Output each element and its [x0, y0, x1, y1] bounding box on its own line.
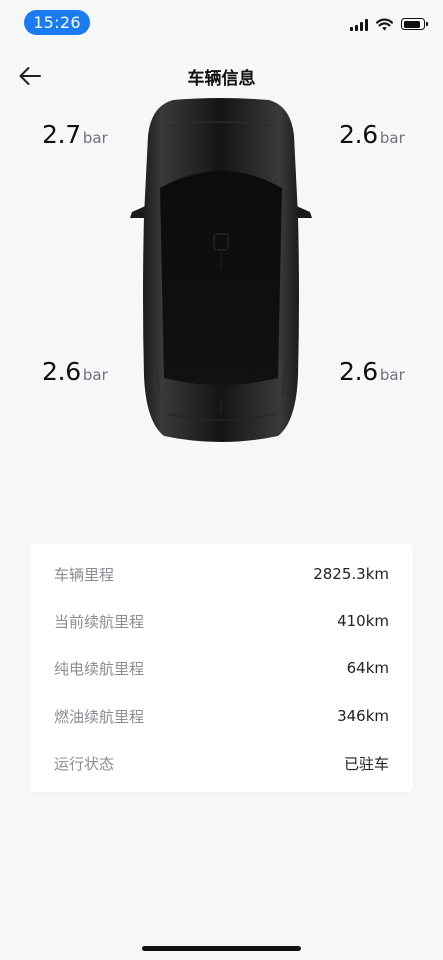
tire-pressure-unit: bar — [82, 129, 108, 147]
info-label: 运行状态 — [54, 754, 115, 773]
info-row-current-range: 当前续航里程 410km — [30, 606, 413, 636]
status-time: 15:26 — [24, 10, 90, 35]
info-row-fuel-range: 燃油续航里程 346km — [30, 701, 413, 731]
vehicle-overview: 2.7 bar 2.6 bar 2.6 bar 2.6 bar — [0, 96, 443, 456]
info-label: 纯电续航里程 — [54, 659, 145, 678]
info-label: 车辆里程 — [54, 565, 115, 584]
home-indicator[interactable] — [142, 946, 301, 951]
tire-pressure-front-right: 2.6 bar — [339, 120, 405, 149]
info-value: 346km — [337, 707, 389, 725]
car-top-view-image — [130, 98, 312, 442]
info-row-electric-range: 纯电续航里程 64km — [30, 653, 413, 683]
tire-pressure-value: 2.7 — [42, 120, 81, 149]
tire-pressure-rear-right: 2.6 bar — [339, 357, 405, 386]
info-value: 64km — [346, 659, 389, 677]
status-bar: 15:26 — [0, 0, 443, 46]
tire-pressure-unit: bar — [379, 129, 405, 147]
tire-pressure-unit: bar — [82, 366, 108, 384]
vehicle-info-card: 车辆里程 2825.3km 当前续航里程 410km 纯电续航里程 64km 燃… — [30, 544, 413, 792]
tire-pressure-unit: bar — [379, 366, 405, 384]
info-value: 410km — [337, 612, 389, 630]
status-icons — [350, 16, 428, 32]
tire-pressure-value: 2.6 — [42, 357, 81, 386]
tire-pressure-value: 2.6 — [339, 357, 378, 386]
info-label: 燃油续航里程 — [54, 707, 145, 726]
info-row-mileage: 车辆里程 2825.3km — [30, 559, 413, 589]
battery-icon — [401, 18, 428, 30]
wifi-icon — [376, 18, 393, 30]
nav-bar: 车辆信息 — [0, 52, 443, 98]
tire-pressure-front-left: 2.7 bar — [42, 120, 108, 149]
tire-pressure-value: 2.6 — [339, 120, 378, 149]
info-label: 当前续航里程 — [54, 612, 145, 631]
signal-icon — [350, 18, 368, 31]
info-value: 2825.3km — [313, 565, 389, 583]
tire-pressure-rear-left: 2.6 bar — [42, 357, 108, 386]
info-row-running-status: 运行状态 已驻车 — [30, 748, 413, 778]
info-value: 已驻车 — [343, 754, 389, 773]
page-title: 车辆信息 — [187, 69, 256, 89]
